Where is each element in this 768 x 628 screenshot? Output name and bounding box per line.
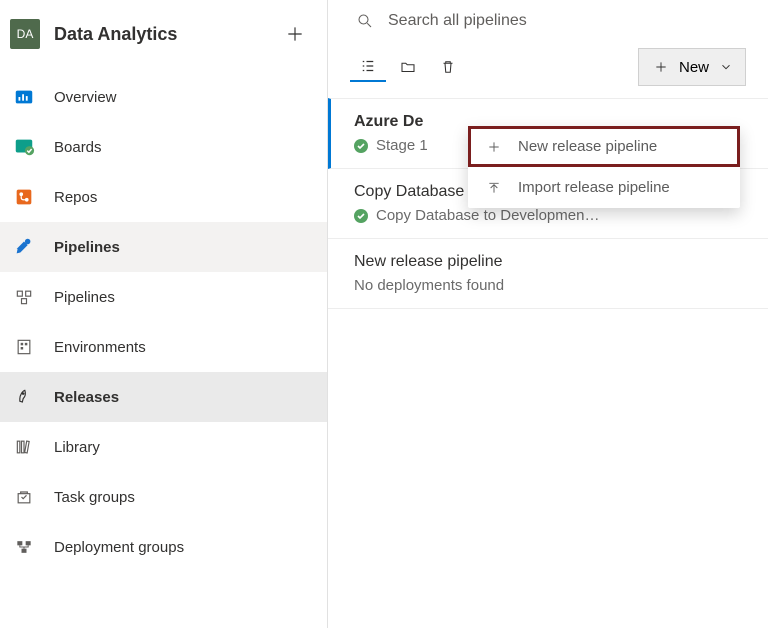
new-release-pipeline-item[interactable]: New release pipeline (468, 126, 740, 167)
chevron-down-icon (719, 60, 733, 74)
subnav-task-groups[interactable]: Task groups (0, 472, 327, 522)
new-button-label: New (679, 59, 709, 76)
view-folder-button[interactable] (390, 52, 426, 82)
nav-label: Boards (54, 139, 102, 156)
subnav-label: Pipelines (54, 289, 115, 306)
sidebar: DA Data Analytics Overview Boards (0, 0, 328, 628)
pipeline-title: New release pipeline (354, 253, 746, 271)
new-project-button[interactable] (277, 16, 313, 52)
nav-boards[interactable]: Boards (0, 122, 327, 172)
folder-icon (399, 58, 417, 76)
pipeline-sub-text: Stage 1 (376, 137, 428, 154)
task-groups-icon (12, 485, 36, 509)
status-success-icon (354, 139, 368, 153)
nav-label: Overview (54, 89, 117, 106)
pipelines-icon (12, 235, 36, 259)
new-dropdown: New release pipeline Import release pipe… (468, 126, 740, 208)
releases-icon (12, 385, 36, 409)
subnav-label: Library (54, 439, 100, 456)
subnav-environments[interactable]: Environments (0, 322, 327, 372)
subnav-label: Releases (54, 389, 119, 406)
repos-icon (12, 185, 36, 209)
subnav-releases[interactable]: Releases (0, 372, 327, 422)
view-list-button[interactable] (350, 52, 386, 82)
nav-overview[interactable]: Overview (0, 72, 327, 122)
dropdown-label: New release pipeline (518, 138, 657, 155)
overview-icon (12, 85, 36, 109)
plus-icon (486, 139, 502, 155)
import-icon (486, 180, 502, 196)
boards-icon (12, 135, 36, 159)
subnav-library[interactable]: Library (0, 422, 327, 472)
subnav-label: Task groups (54, 489, 135, 506)
plus-icon (285, 24, 305, 44)
nav-label: Pipelines (54, 239, 120, 256)
pipeline-subtitle: Copy Database to Developmen… (354, 207, 746, 224)
nav-pipelines[interactable]: Pipelines (0, 222, 327, 272)
project-name: Data Analytics (54, 24, 263, 45)
project-avatar: DA (10, 19, 40, 49)
subnav-deployment-groups[interactable]: Deployment groups (0, 522, 327, 572)
toolbar: New (328, 48, 768, 98)
status-success-icon (354, 209, 368, 223)
pipeline-sub-text: Copy Database to Developmen… (376, 207, 599, 224)
subnav-label: Deployment groups (54, 539, 184, 556)
deployment-groups-icon (12, 535, 36, 559)
pipeline-subtitle: No deployments found (354, 277, 746, 294)
subnav-pipelines[interactable]: Pipelines (0, 272, 327, 322)
sidebar-header: DA Data Analytics (0, 0, 327, 72)
main-content: New Azure De Stage 1 Copy Database Multi… (328, 0, 768, 628)
dropdown-label: Import release pipeline (518, 179, 670, 196)
plus-icon (653, 59, 669, 75)
nav-label: Repos (54, 189, 97, 206)
import-release-pipeline-item[interactable]: Import release pipeline (468, 167, 740, 208)
pipeline-sub-text: No deployments found (354, 277, 504, 294)
trash-icon (439, 58, 457, 76)
list-icon (359, 57, 377, 75)
environments-icon (12, 335, 36, 359)
library-icon (12, 435, 36, 459)
pipelines-sub-icon (12, 285, 36, 309)
new-button[interactable]: New (638, 48, 746, 86)
delete-button[interactable] (430, 52, 466, 82)
nav-repos[interactable]: Repos (0, 172, 327, 222)
pipeline-item[interactable]: New release pipeline No deployments foun… (328, 239, 768, 309)
nav: Overview Boards Repos Pipelines (0, 72, 327, 628)
subnav-label: Environments (54, 339, 146, 356)
search-row (328, 0, 768, 48)
search-input[interactable] (388, 12, 746, 30)
search-icon (356, 12, 374, 30)
